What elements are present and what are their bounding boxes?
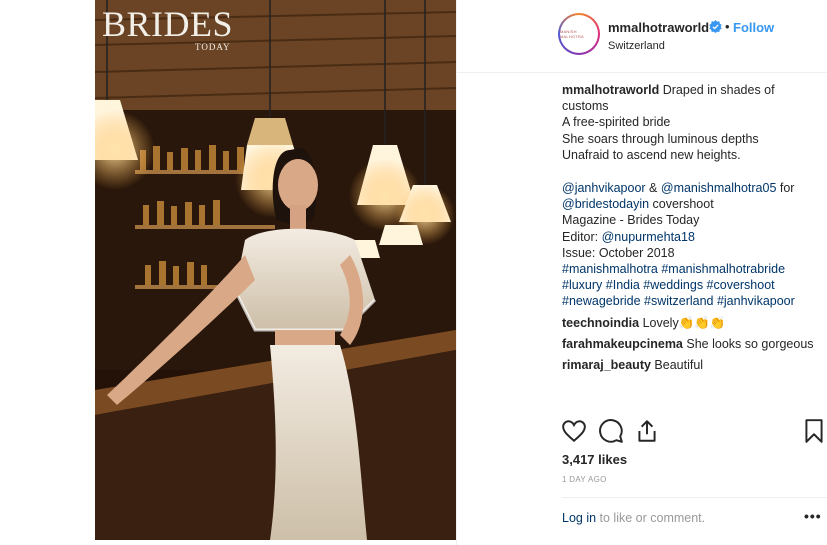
comment-username[interactable]: farahmakeupcinema bbox=[562, 337, 683, 351]
hashtags-line-2[interactable]: #luxury #India #weddings #covershoot bbox=[562, 277, 820, 293]
magazine-logo: BRIDES TODAY bbox=[102, 4, 234, 52]
more-options-button[interactable]: ••• bbox=[804, 508, 822, 524]
hashtags-line-1[interactable]: #manishmalhotra #manishmalhotrabride bbox=[562, 261, 820, 277]
caption-username[interactable]: mmalhotraworld bbox=[562, 83, 659, 97]
comments-section: mmalhotraworld Draped in shades of custo… bbox=[562, 82, 820, 373]
post-header: MANISH MALHOTRA mmalhotraworld • Follow … bbox=[457, 0, 827, 73]
comment-item: rimaraj_beauty Beautiful bbox=[562, 358, 704, 373]
action-bar bbox=[561, 418, 826, 446]
login-link[interactable]: Log in bbox=[562, 511, 596, 525]
post-photo[interactable]: BRIDES TODAY bbox=[95, 0, 456, 540]
comment-icon[interactable] bbox=[598, 418, 624, 444]
follow-button[interactable]: Follow bbox=[733, 20, 774, 35]
caption: mmalhotraworld Draped in shades of custo… bbox=[562, 82, 820, 310]
hashtags-line-3[interactable]: #newagebride #switzerland #janhvikapoor bbox=[562, 293, 820, 309]
divider bbox=[562, 497, 827, 498]
separator-dot: • bbox=[725, 19, 730, 34]
photo-illustration bbox=[95, 0, 456, 540]
location-link[interactable]: Switzerland bbox=[608, 40, 665, 52]
username-link[interactable]: mmalhotraworld bbox=[608, 20, 709, 35]
login-prompt: Log in to like or comment. bbox=[562, 511, 706, 525]
share-icon[interactable] bbox=[634, 418, 660, 444]
heart-icon[interactable] bbox=[561, 418, 587, 444]
mention-nupurmehta18[interactable]: @nupurmehta18 bbox=[602, 230, 695, 244]
timestamp[interactable]: 1 DAY AGO bbox=[562, 475, 607, 484]
mention-manishmalhotra05[interactable]: @manishmalhotra05 bbox=[661, 181, 777, 195]
comment-username[interactable]: teechnoindia bbox=[562, 316, 639, 330]
comment-username[interactable]: rimaraj_beauty bbox=[562, 358, 651, 372]
mention-janhvikapoor[interactable]: @janhvikapoor bbox=[562, 181, 646, 195]
comment-item: farahmakeupcinema She looks so gorgeous bbox=[562, 336, 814, 351]
verified-icon bbox=[709, 20, 722, 33]
avatar[interactable]: MANISH MALHOTRA bbox=[558, 13, 600, 55]
bookmark-icon[interactable] bbox=[801, 418, 827, 444]
mention-bridestodayin[interactable]: @bridestodayin bbox=[562, 197, 649, 211]
likes-count[interactable]: 3,417 likes bbox=[562, 452, 627, 467]
post-side-panel: MANISH MALHOTRA mmalhotraworld • Follow … bbox=[456, 0, 827, 545]
comment-item: teechnoindia Lovely👏👏👏 bbox=[562, 315, 726, 330]
